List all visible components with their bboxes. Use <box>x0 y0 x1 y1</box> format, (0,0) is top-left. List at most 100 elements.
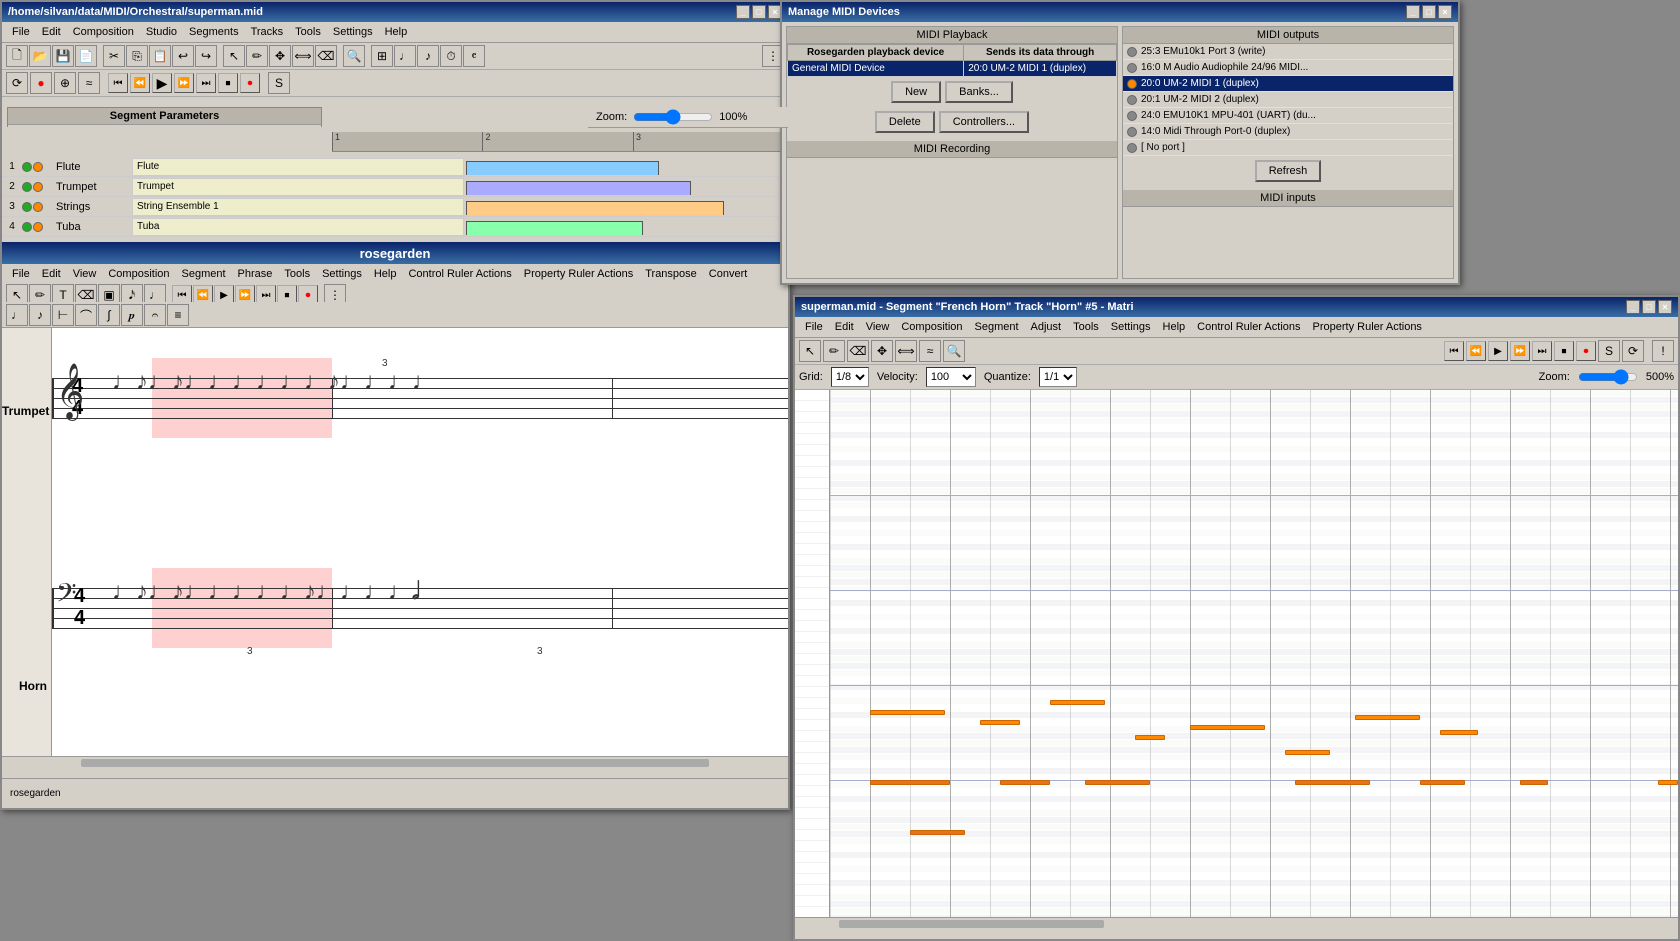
inner-menu-convert[interactable]: Convert <box>703 266 754 282</box>
rewind-start-btn[interactable]: ⏮ <box>108 73 128 93</box>
banks-btn[interactable]: Banks... <box>945 81 1013 103</box>
record-btn[interactable]: ⏺ <box>240 73 260 93</box>
menu-tracks[interactable]: Tracks <box>245 24 290 40</box>
saveas-btn[interactable]: 📄 <box>75 45 97 67</box>
matrix-rew[interactable]: ⏪ <box>1466 341 1486 361</box>
matrix-close[interactable]: × <box>1658 300 1672 314</box>
note-block[interactable] <box>1520 780 1548 785</box>
matrix-rew-start[interactable]: ⏮ <box>1444 341 1464 361</box>
refresh-btn[interactable]: Refresh <box>1255 160 1322 182</box>
track-solo-3[interactable] <box>33 202 43 212</box>
open-btn[interactable]: 📂 <box>29 45 51 67</box>
tie[interactable]: ⌒ <box>75 304 97 326</box>
inner-menu-cra[interactable]: Control Ruler Actions <box>402 266 517 282</box>
list-item[interactable]: 25:3 EMu10k1 Port 3 (write) <box>1123 44 1453 60</box>
maximize-btn[interactable]: □ <box>752 5 766 19</box>
key-btn[interactable]: ♪ <box>417 45 439 67</box>
inner-menu-file[interactable]: File <box>6 266 36 282</box>
track-mute-1[interactable] <box>22 162 32 172</box>
resize-btn[interactable]: ⟺ <box>292 45 314 67</box>
seg-block-3[interactable] <box>466 201 724 215</box>
tempo-btn[interactable]: ⏱ <box>440 45 462 67</box>
list-item[interactable]: 14:0 Midi Through Port-0 (duplex) <box>1123 124 1453 140</box>
inner-menu-segment[interactable]: Segment <box>176 266 232 282</box>
note-block[interactable] <box>870 710 945 715</box>
matrix-pencil[interactable]: ✏ <box>823 340 845 362</box>
list-item[interactable]: 24:0 EMU10K1 MPU-401 (UART) (du... <box>1123 108 1453 124</box>
list-item[interactable]: 20:0 UM-2 MIDI 1 (duplex) <box>1123 76 1453 92</box>
matrix-ff[interactable]: ⏩ <box>1510 341 1530 361</box>
matrix-vel[interactable]: ≈ <box>919 340 941 362</box>
scrollbar-thumb[interactable] <box>81 759 710 767</box>
paste-btn[interactable]: 📋 <box>149 45 171 67</box>
menu-segments[interactable]: Segments <box>183 24 245 40</box>
inner-menu-settings[interactable]: Settings <box>316 266 368 282</box>
slur[interactable]: ∫ <box>98 304 120 326</box>
note-block[interactable] <box>1355 715 1420 720</box>
inner-menu-tools[interactable]: Tools <box>278 266 316 282</box>
zoom-in-btn[interactable]: 🔍 <box>343 45 365 67</box>
velocity-select[interactable]: 100 <box>926 367 976 387</box>
more2[interactable]: ≡ <box>167 304 189 326</box>
matrix-zoom[interactable]: 🔍 <box>943 340 965 362</box>
solo-btn[interactable]: S <box>268 72 290 94</box>
inner-menu-transpose[interactable]: Transpose <box>639 266 703 282</box>
pan-btn[interactable]: ⊕ <box>54 72 76 94</box>
matrix-scrollbar-thumb[interactable] <box>839 920 1104 928</box>
play-btn[interactable]: ▶ <box>152 73 172 93</box>
note-block[interactable] <box>1000 780 1050 785</box>
snap-btn[interactable]: ⊞ <box>371 45 393 67</box>
note-block[interactable] <box>1440 730 1478 735</box>
note-block[interactable] <box>1050 700 1105 705</box>
note-block[interactable] <box>910 830 965 835</box>
track-solo-4[interactable] <box>33 222 43 232</box>
midi-minimize[interactable]: _ <box>1406 5 1420 19</box>
inner-menu-composition[interactable]: Composition <box>102 266 175 282</box>
matrix-move[interactable]: ✥ <box>871 340 893 362</box>
inner-menu-pra[interactable]: Property Ruler Actions <box>518 266 639 282</box>
chord[interactable]: 𝄐 <box>144 304 166 326</box>
menu-edit[interactable]: Edit <box>36 24 67 40</box>
note-btn[interactable]: ♩ <box>394 45 416 67</box>
redo-btn[interactable]: ↪ <box>195 45 217 67</box>
zoom-slider-matrix[interactable] <box>1578 369 1638 385</box>
menu-studio[interactable]: Studio <box>140 24 183 40</box>
matrix-menu-adjust[interactable]: Adjust <box>1025 319 1068 335</box>
menu-tools[interactable]: Tools <box>289 24 327 40</box>
matrix-resize[interactable]: ⟺ <box>895 340 917 362</box>
note-block[interactable] <box>1285 750 1330 755</box>
pointer-btn[interactable]: ↖ <box>223 45 245 67</box>
midi-close[interactable]: × <box>1438 5 1452 19</box>
matrix-more[interactable]: ! <box>1652 340 1674 362</box>
inner-menu-help[interactable]: Help <box>368 266 403 282</box>
inner-menu-phrase[interactable]: Phrase <box>232 266 279 282</box>
move-btn[interactable]: ✥ <box>269 45 291 67</box>
matrix-menu-settings[interactable]: Settings <box>1105 319 1157 335</box>
track-mute-3[interactable] <box>22 202 32 212</box>
list-item[interactable]: 16:0 M Audio Audiophile 24/96 MIDI... <box>1123 60 1453 76</box>
menu-file[interactable]: File <box>6 24 36 40</box>
menu-composition[interactable]: Composition <box>67 24 140 40</box>
rewind-btn[interactable]: ⏪ <box>130 73 150 93</box>
matrix-menu-edit[interactable]: Edit <box>829 319 860 335</box>
note-b[interactable]: ♪ <box>29 304 51 326</box>
menu-settings[interactable]: Settings <box>327 24 379 40</box>
note-block[interactable] <box>1135 735 1165 740</box>
matrix-maximize[interactable]: □ <box>1642 300 1656 314</box>
track-solo-1[interactable] <box>33 162 43 172</box>
note-block[interactable] <box>1420 780 1465 785</box>
matrix-menu-view[interactable]: View <box>860 319 896 335</box>
note-a[interactable]: ♩ <box>6 304 28 326</box>
track-mute-2[interactable] <box>22 182 32 192</box>
rec-btn[interactable]: ● <box>30 72 52 94</box>
track-solo-2[interactable] <box>33 182 43 192</box>
seg-block-2[interactable] <box>466 181 691 195</box>
note-block[interactable] <box>980 720 1020 725</box>
note-block-edge[interactable] <box>1658 780 1678 785</box>
timesig-btn[interactable]: 𝄴 <box>463 45 485 67</box>
matrix-loop[interactable]: ⟳ <box>1622 340 1644 362</box>
note-block[interactable] <box>870 780 950 785</box>
minimize-btn[interactable]: _ <box>736 5 750 19</box>
dynamics[interactable]: 𝆏 <box>121 304 143 326</box>
note-block[interactable] <box>1295 780 1370 785</box>
